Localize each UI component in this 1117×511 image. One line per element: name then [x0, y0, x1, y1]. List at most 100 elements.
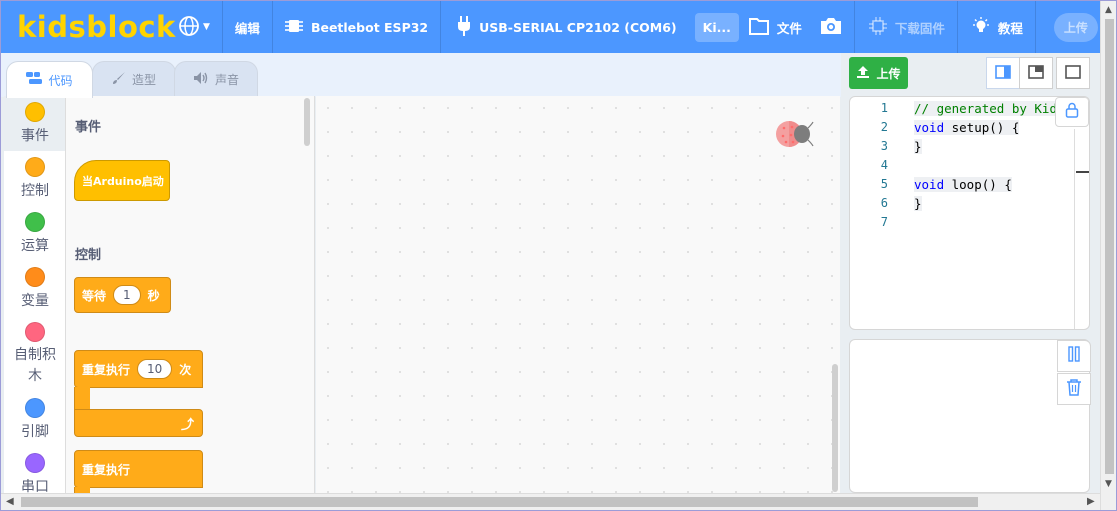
- repeat-count-input[interactable]: 10: [137, 359, 173, 379]
- category-dot: [25, 102, 45, 122]
- category-dot: [25, 212, 45, 232]
- code-line: }: [914, 137, 1074, 156]
- layout-full-button[interactable]: [1056, 57, 1090, 89]
- category-serial[interactable]: 串口: [4, 447, 65, 493]
- workspace-scrollbar[interactable]: [832, 364, 838, 492]
- category-variables[interactable]: 变量: [4, 261, 65, 316]
- speaker-icon: [193, 71, 209, 89]
- scroll-up-icon[interactable]: ▲: [1105, 5, 1112, 15]
- code-text-segment: }: [914, 139, 922, 154]
- code-editor[interactable]: 1 2 3 4 5 6 7 // generated by Kid void s…: [849, 96, 1090, 330]
- port-select[interactable]: USB-SERIAL CP2102 (COM6): [441, 1, 689, 53]
- block-label: 重复执行: [82, 462, 131, 477]
- scroll-right-icon[interactable]: ▶: [1087, 496, 1095, 507]
- block-wait[interactable]: 等待 1 秒: [74, 277, 171, 313]
- vertical-scrollbar[interactable]: ▲ ▼: [1100, 1, 1116, 510]
- upload-button-label: 上传: [876, 66, 901, 81]
- code-keyword: void: [914, 120, 945, 135]
- chip-outline-icon: [868, 16, 887, 38]
- block-label: 重复执行: [82, 362, 131, 377]
- category-dot: [25, 453, 45, 473]
- line-number: 4: [880, 158, 888, 172]
- code-text-segment: loop() {: [944, 177, 1012, 192]
- category-my-blocks[interactable]: 自制积木: [4, 316, 65, 392]
- category-label: 运算: [21, 238, 49, 254]
- line-number: 6: [880, 196, 888, 210]
- upload-button[interactable]: 上传: [849, 57, 908, 89]
- layout-split-button[interactable]: [1019, 57, 1053, 89]
- code-lock-button[interactable]: [1055, 97, 1089, 127]
- pause-button[interactable]: [1057, 340, 1091, 372]
- code-text-segment: setup() {: [944, 120, 1020, 135]
- mode-label: Ki...: [694, 12, 739, 42]
- code-line: void loop() {: [914, 175, 1074, 194]
- category-events[interactable]: 事件: [4, 96, 65, 151]
- tab-code[interactable]: 代码: [6, 61, 93, 98]
- file-menu[interactable]: 文件: [745, 1, 814, 53]
- section-title-control: 控制: [75, 248, 102, 263]
- tab-costume-label: 造型: [131, 73, 156, 87]
- line-number: 5: [880, 177, 888, 191]
- palette-scrollbar[interactable]: [304, 98, 310, 146]
- block-repeat[interactable]: 重复执行 10 次: [74, 350, 203, 388]
- plug-icon: [457, 15, 471, 39]
- language-menu[interactable]: ▼: [172, 1, 222, 53]
- editor-tabs: 代码 造型 声音: [1, 53, 841, 98]
- mode-toggle[interactable]: Ki...: [689, 1, 745, 53]
- firmware-label: 下载固件: [894, 20, 945, 36]
- horizontal-scrollbar[interactable]: ◀ ▶: [1, 493, 1100, 510]
- trash-icon: [1066, 378, 1082, 400]
- block-when-arduino-starts[interactable]: 当Arduino启动: [74, 160, 170, 201]
- block-palette: 事件 当Arduino启动 控制 等待 1 秒 重复执行 10 次 ⤴ 重复执行: [66, 96, 315, 493]
- code-line: void setup() {: [914, 118, 1074, 137]
- code-comment: // generated by Kid: [914, 101, 1057, 116]
- port-name: USB-SERIAL CP2102 (COM6): [479, 19, 677, 35]
- firmware-menu[interactable]: 下载固件: [855, 1, 957, 53]
- lightbulb-icon: [972, 16, 990, 38]
- repeat-block-arm: [74, 387, 90, 411]
- file-menu-label: 文件: [776, 20, 802, 36]
- scroll-left-icon[interactable]: ◀: [6, 496, 14, 507]
- serial-console[interactable]: [849, 339, 1091, 493]
- brush-icon: [112, 71, 126, 89]
- category-label: 变量: [21, 293, 49, 309]
- block-categories: 事件 控制 运算 变量 自制积木 引脚 串口: [4, 96, 66, 493]
- line-number: 2: [880, 120, 888, 134]
- vertical-scroll-thumb[interactable]: [1105, 19, 1114, 474]
- clear-console-button[interactable]: [1057, 373, 1091, 405]
- block-forever[interactable]: 重复执行: [74, 450, 203, 488]
- category-dot: [25, 157, 45, 177]
- tab-sound-label: 声音: [214, 73, 239, 87]
- category-operators[interactable]: 运算: [4, 206, 65, 261]
- repeat-block-footer: ⤴: [74, 409, 203, 437]
- category-dot: [25, 267, 45, 287]
- folder-icon: [748, 17, 769, 38]
- code-workspace[interactable]: [316, 96, 840, 493]
- code-line: }: [914, 194, 1074, 213]
- horizontal-scroll-thumb[interactable]: [21, 497, 978, 507]
- tab-sound[interactable]: 声音: [174, 61, 258, 97]
- layout-right-panel-button[interactable]: [986, 57, 1020, 89]
- screenshot-button[interactable]: [814, 1, 854, 53]
- layout-side-icon: [995, 64, 1011, 83]
- category-label: 串口: [21, 479, 49, 493]
- scroll-down-icon[interactable]: ▼: [1105, 479, 1112, 489]
- board-select[interactable]: Beetlebot ESP32: [273, 1, 440, 53]
- edit-menu[interactable]: 编辑: [223, 1, 272, 53]
- app-logo[interactable]: kidsblock: [17, 10, 175, 44]
- block-label: 秒: [147, 288, 160, 303]
- block-label: 次: [179, 362, 192, 377]
- category-pins[interactable]: 引脚: [4, 392, 65, 447]
- globe-icon: [178, 15, 200, 40]
- line-number: 1: [880, 101, 888, 115]
- category-control[interactable]: 控制: [4, 151, 65, 206]
- top-upload-button[interactable]: 上传: [1036, 1, 1110, 53]
- line-number: 7: [880, 215, 888, 229]
- tutorial-menu[interactable]: 教程: [958, 1, 1035, 53]
- menu-bar: kidsblock ▼ 编辑 Beetlebot ESP32 USB-SERIA…: [1, 1, 1116, 53]
- tab-costume[interactable]: 造型: [92, 61, 176, 97]
- category-label: 事件: [21, 128, 49, 144]
- wait-seconds-input[interactable]: 1: [113, 285, 141, 305]
- ladybug-icon[interactable]: [774, 118, 814, 147]
